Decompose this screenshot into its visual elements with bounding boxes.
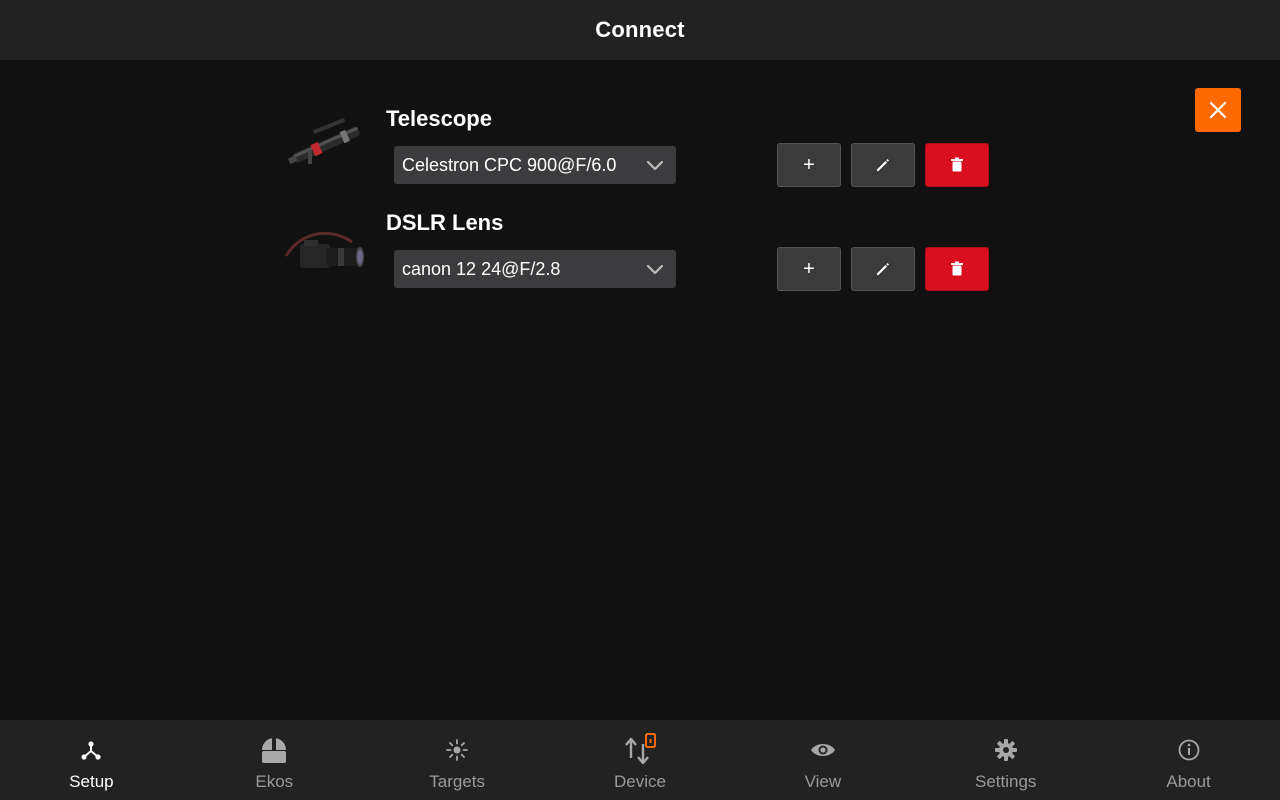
nav-label-about: About [1166,772,1211,791]
bottom-nav: Setup Ekos Targets Device View Settings … [0,720,1280,800]
close-button[interactable] [1195,88,1241,132]
chevron-down-icon [640,263,670,275]
close-icon [1209,101,1227,119]
nav-item-targets[interactable]: Targets [366,720,549,800]
page-title: Connect [595,17,685,42]
nav-label-setup: Setup [69,772,114,791]
nav-item-ekos[interactable]: Ekos [183,720,366,800]
device-transfer-icon [625,733,656,765]
dslr-lens-select[interactable]: canon 12 24@F/2.8 [394,250,676,288]
main-content: Telescope Celestron CPC 900@F/6.0 + DSLR… [0,60,1280,720]
nav-item-setup[interactable]: Setup [0,720,183,800]
nav-item-view[interactable]: View [731,720,914,800]
add-dslr-lens-button[interactable]: + [777,247,841,291]
nav-label-device: Device [614,772,666,791]
nav-label-targets: Targets [429,772,486,791]
nav-item-about[interactable]: About [1097,720,1280,800]
nav-label-ekos: Ekos [255,772,294,791]
edit-dslr-lens-button[interactable] [851,247,915,291]
gear-icon [994,739,1017,761]
plus-label: + [803,154,815,176]
app-root: Connect Telescope Celestron CPC 900@F/6.… [0,0,1280,800]
pencil-icon [877,159,889,171]
nav-label-view: View [804,772,842,791]
top-header: Connect [0,0,1280,61]
edit-telescope-button[interactable] [851,143,915,187]
telescope-select[interactable]: Celestron CPC 900@F/6.0 [394,146,676,184]
trash-icon [951,157,963,172]
plus-label: + [803,258,815,280]
nav-item-settings[interactable]: Settings [914,720,1097,800]
trash-icon [951,261,963,276]
dslr-lens-image [284,231,364,268]
equipment-label-telescope: Telescope [386,106,492,131]
info-icon [1178,739,1199,761]
nav-item-device[interactable]: Device [549,720,732,800]
telescope-image [288,118,360,164]
eye-icon [810,744,835,756]
delete-dslr-lens-button[interactable] [925,247,989,291]
nav-label-settings: Settings [975,772,1037,791]
telescope-select-value: Celestron CPC 900@F/6.0 [402,154,617,175]
pencil-icon [877,263,889,275]
observatory-dome-icon [262,738,287,763]
sun-target-icon [446,739,469,761]
equipment-label-dslr-lens: DSLR Lens [386,210,504,235]
delete-telescope-button[interactable] [925,143,989,187]
chevron-down-icon [640,159,670,171]
dslr-lens-select-value: canon 12 24@F/2.8 [402,258,561,279]
add-telescope-button[interactable]: + [777,143,841,187]
setup-icon [81,741,102,760]
